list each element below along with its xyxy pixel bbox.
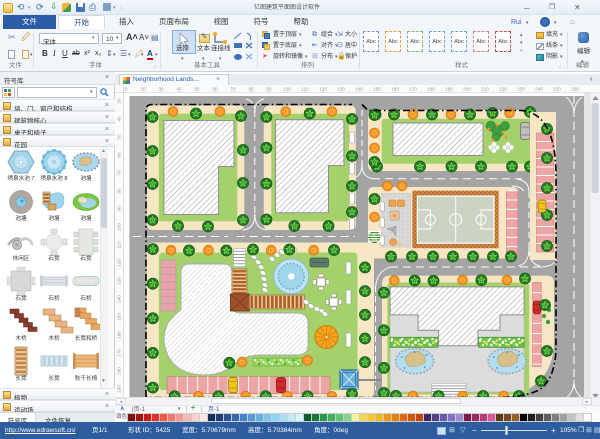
svg-text:长凳: 长凳	[48, 374, 60, 382]
svg-text:70: 70	[117, 170, 122, 176]
svg-text:喷泉水池 7: 喷泉水池 7	[7, 174, 34, 182]
svg-text:140: 140	[355, 87, 363, 92]
svg-text:20: 20	[140, 87, 146, 92]
svg-text:250: 250	[553, 87, 561, 92]
svg-text:120: 120	[319, 87, 327, 92]
svg-text:石凳: 石凳	[48, 254, 60, 262]
svg-text:220: 220	[499, 87, 507, 92]
svg-text:190: 190	[117, 385, 122, 393]
svg-text:10: 10	[122, 87, 128, 92]
svg-text:100: 100	[117, 223, 122, 231]
svg-text:130: 130	[117, 277, 122, 285]
svg-text:230: 230	[517, 87, 525, 92]
svg-text:70: 70	[230, 87, 236, 92]
svg-text:秋千长椅: 秋千长椅	[75, 374, 98, 382]
svg-text:30: 30	[117, 98, 122, 104]
svg-text:150: 150	[373, 87, 381, 92]
svg-text:170: 170	[409, 87, 417, 92]
svg-text:40: 40	[117, 116, 122, 122]
svg-text:180: 180	[427, 87, 435, 92]
svg-text:90: 90	[266, 87, 272, 92]
svg-text:休闲区: 休闲区	[13, 254, 30, 262]
svg-text:160: 160	[117, 331, 122, 339]
svg-text:木桥: 木桥	[15, 334, 27, 342]
svg-text:池塘: 池塘	[80, 214, 92, 222]
svg-text:池塘: 池塘	[15, 214, 27, 222]
svg-text:30: 30	[158, 87, 164, 92]
svg-text:190: 190	[445, 87, 453, 92]
svg-text:60: 60	[117, 152, 122, 158]
svg-text:池塘: 池塘	[80, 174, 92, 182]
svg-text:80: 80	[117, 188, 122, 194]
svg-text:长凳和桥: 长凳和桥	[75, 334, 98, 342]
svg-text:石桥: 石桥	[48, 294, 60, 302]
svg-text:150: 150	[117, 313, 122, 321]
svg-text:80: 80	[248, 87, 254, 92]
svg-text:110: 110	[301, 87, 309, 92]
svg-text:100: 100	[283, 87, 291, 92]
svg-text:240: 240	[535, 87, 543, 92]
svg-text:50: 50	[117, 134, 122, 140]
svg-text:110: 110	[117, 241, 122, 249]
svg-text:40: 40	[176, 87, 182, 92]
svg-text:180: 180	[117, 367, 122, 375]
svg-text:200: 200	[463, 87, 471, 92]
svg-text:160: 160	[391, 87, 399, 92]
svg-text:170: 170	[117, 349, 122, 357]
svg-text:120: 120	[117, 259, 122, 267]
svg-text:木桥: 木桥	[48, 334, 60, 342]
svg-text:130: 130	[337, 87, 345, 92]
svg-text:池塘: 池塘	[48, 214, 60, 222]
svg-text:60: 60	[212, 87, 218, 92]
svg-text:石凳: 石凳	[80, 254, 92, 262]
svg-text:260: 260	[571, 87, 579, 92]
svg-text:长凳: 长凳	[15, 374, 27, 382]
svg-text:90: 90	[117, 206, 122, 212]
svg-text:50: 50	[194, 87, 200, 92]
svg-text:石桥: 石桥	[80, 294, 92, 302]
svg-text:石凳: 石凳	[15, 294, 27, 302]
svg-text:140: 140	[117, 295, 122, 303]
svg-text:喷泉水池 8: 喷泉水池 8	[40, 174, 67, 182]
svg-text:210: 210	[481, 87, 489, 92]
